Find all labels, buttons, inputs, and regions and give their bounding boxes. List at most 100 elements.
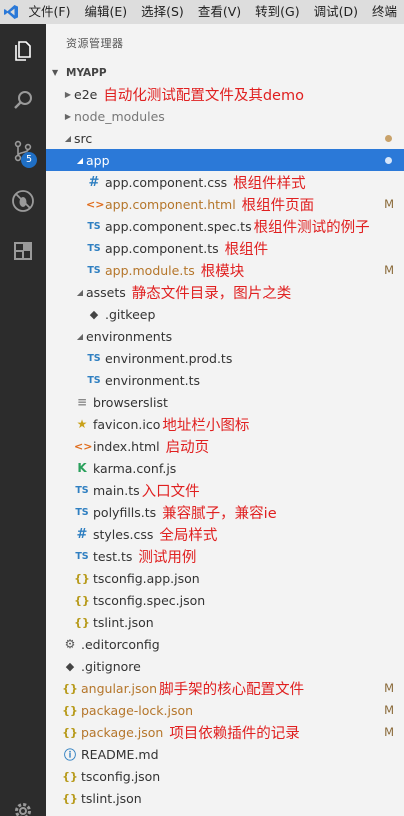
tree-item-label: package.json bbox=[81, 724, 164, 740]
tree-item-app[interactable]: ◢ app bbox=[46, 149, 404, 171]
tree-item-app-component-spec-ts[interactable]: TS app.component.spec.ts 根组件测试的例子 bbox=[46, 215, 404, 237]
menu-selection[interactable]: 选择(S) bbox=[134, 0, 191, 24]
gear-icon: ⚙ bbox=[64, 637, 76, 651]
annotation-note: 根模块 bbox=[200, 263, 245, 280]
tree-item-readme[interactable]: ⓘ README.md bbox=[46, 743, 404, 765]
tree-item-node-modules[interactable]: ▶ node_modules bbox=[46, 105, 404, 127]
annotation-note: 入口文件 bbox=[141, 483, 200, 500]
tree-item-test-ts[interactable]: TS test.ts 测试用例 bbox=[46, 545, 404, 567]
tree-item-label: favicon.ico bbox=[93, 416, 161, 432]
tree-item-label: environment.ts bbox=[105, 372, 200, 388]
chevron-down-icon: ◢ bbox=[76, 287, 84, 297]
tree-item-tslint-src[interactable]: {} tslint.json bbox=[46, 611, 404, 633]
tree-item-app-component-html[interactable]: <> app.component.html 根组件页面 M bbox=[46, 193, 404, 215]
tree-item-main-ts[interactable]: TS main.ts 入口文件 bbox=[46, 479, 404, 501]
tree-item-label: environment.prod.ts bbox=[105, 350, 233, 366]
explorer-icon[interactable] bbox=[0, 28, 46, 74]
tree-item-browserslist[interactable]: ≡ browserslist bbox=[46, 391, 404, 413]
menu-terminal[interactable]: 终端 bbox=[365, 0, 404, 24]
chevron-right-icon: ▶ bbox=[64, 89, 72, 99]
menubar: 文件(F) 编辑(E) 选择(S) 查看(V) 转到(G) 调试(D) 终端 bbox=[0, 0, 404, 24]
menu-edit[interactable]: 编辑(E) bbox=[77, 0, 134, 24]
settings-gear-icon[interactable] bbox=[0, 788, 46, 816]
menu-view[interactable]: 查看(V) bbox=[191, 0, 248, 24]
tree-item-assets[interactable]: ◢ assets 静态文件目录，图片之类 bbox=[46, 281, 404, 303]
extensions-icon[interactable] bbox=[0, 228, 46, 274]
tree-item-gitignore[interactable]: ◆ .gitignore bbox=[46, 655, 404, 677]
tree-item-label: test.ts bbox=[93, 548, 133, 564]
annotation-note: 静态文件目录，图片之类 bbox=[131, 285, 292, 302]
tree-item-angular-json[interactable]: {} angular.json 脚手架的核心配置文件 M bbox=[46, 677, 404, 699]
menu-debug[interactable]: 调试(D) bbox=[307, 0, 365, 24]
json-file-icon: {} bbox=[74, 615, 90, 629]
json-file-icon: {} bbox=[62, 681, 78, 695]
tree-item-tslint-json[interactable]: {} tslint.json bbox=[46, 787, 404, 809]
tree-item-polyfills-ts[interactable]: TS polyfills.ts 兼容腻子，兼容ie bbox=[46, 501, 404, 523]
source-control-icon[interactable]: 5 bbox=[0, 128, 46, 174]
tree-item-label: app.component.css bbox=[105, 174, 228, 190]
annotation-note: 项目依赖插件的记录 bbox=[169, 725, 300, 742]
tree-item-label: tsconfig.app.json bbox=[93, 570, 200, 586]
tree-item-tsconfig-json[interactable]: {} tsconfig.json bbox=[46, 765, 404, 787]
git-modified-badge: M bbox=[384, 725, 394, 739]
config-file-icon: ◆ bbox=[89, 307, 99, 321]
typescript-file-icon: TS bbox=[75, 506, 89, 518]
tree-item-environment-ts[interactable]: TS environment.ts bbox=[46, 369, 404, 391]
tree-item-app-module-ts[interactable]: TS app.module.ts 根模块 M bbox=[46, 259, 404, 281]
debug-icon[interactable] bbox=[0, 178, 46, 224]
tree-item-favicon[interactable]: ★ favicon.ico 地址栏小图标 bbox=[46, 413, 404, 435]
menu-file[interactable]: 文件(F) bbox=[22, 0, 78, 24]
tree-item-label: .gitkeep bbox=[105, 306, 156, 322]
typescript-file-icon: TS bbox=[75, 550, 89, 562]
annotation-note: 根组件 bbox=[224, 241, 269, 258]
tree-item-label: tslint.json bbox=[81, 790, 142, 806]
search-icon[interactable] bbox=[0, 78, 46, 124]
tree-item-label: app bbox=[86, 152, 110, 168]
menu-go[interactable]: 转到(G) bbox=[248, 0, 306, 24]
tree-item-label: polyfills.ts bbox=[93, 504, 157, 520]
typescript-file-icon: TS bbox=[87, 374, 101, 386]
tree-item-gitkeep[interactable]: ◆ .gitkeep bbox=[46, 303, 404, 325]
explorer-panel: 资源管理器 ▼ MYAPP ▶ e2e 自动化测试配置文件及其demo ▶ no… bbox=[46, 24, 404, 816]
annotation-note: 启动页 bbox=[165, 439, 210, 456]
tree-item-environments[interactable]: ◢ environments bbox=[46, 325, 404, 347]
html-file-icon: <> bbox=[86, 197, 105, 211]
tree-item-label: app.component.html bbox=[105, 196, 236, 212]
tree-item-app-component-css[interactable]: # app.component.css 根组件样式 bbox=[46, 171, 404, 193]
modified-dot bbox=[385, 134, 392, 142]
css-file-icon: # bbox=[88, 174, 100, 190]
activity-bar: 5 bbox=[0, 24, 46, 816]
tree-item-karma-conf[interactable]: K karma.conf.js bbox=[46, 457, 404, 479]
tree-item-label: .gitignore bbox=[81, 658, 141, 674]
tree-item-src[interactable]: ◢ src bbox=[46, 127, 404, 149]
chevron-right-icon: ▶ bbox=[64, 111, 72, 121]
tree-item-index-html[interactable]: <> index.html 启动页 bbox=[46, 435, 404, 457]
tree-item-styles-css[interactable]: # styles.css 全局样式 bbox=[46, 523, 404, 545]
workspace-section-header[interactable]: ▼ MYAPP bbox=[46, 62, 404, 84]
json-file-icon: {} bbox=[74, 593, 90, 607]
tree-item-e2e[interactable]: ▶ e2e 自动化测试配置文件及其demo bbox=[46, 83, 404, 105]
tree-item-package-lock[interactable]: {} package-lock.json M bbox=[46, 699, 404, 721]
tree-item-package-json[interactable]: {} package.json 项目依赖插件的记录 M bbox=[46, 721, 404, 743]
annotation-note: 根组件页面 bbox=[241, 197, 315, 214]
tree-item-tsconfig-spec[interactable]: {} tsconfig.spec.json bbox=[46, 589, 404, 611]
chevron-down-icon: ◢ bbox=[76, 331, 84, 341]
tree-item-label: tsconfig.spec.json bbox=[93, 592, 206, 608]
tree-item-label: environments bbox=[86, 328, 173, 344]
annotation-note: 全局样式 bbox=[159, 527, 218, 544]
typescript-file-icon: TS bbox=[87, 264, 101, 276]
html-file-icon: <> bbox=[74, 439, 93, 453]
scm-badge: 5 bbox=[21, 152, 37, 168]
tree-item-editorconfig[interactable]: ⚙ .editorconfig bbox=[46, 633, 404, 655]
git-modified-badge: M bbox=[384, 263, 394, 277]
annotation-note: 根组件样式 bbox=[233, 175, 306, 192]
chevron-down-icon: ▼ bbox=[52, 68, 59, 77]
tree-item-label: .editorconfig bbox=[81, 636, 160, 652]
json-file-icon: {} bbox=[62, 703, 78, 717]
tree-item-environment-prod-ts[interactable]: TS environment.prod.ts bbox=[46, 347, 404, 369]
tree-item-tsconfig-app[interactable]: {} tsconfig.app.json bbox=[46, 567, 404, 589]
typescript-file-icon: TS bbox=[87, 352, 101, 364]
tree-item-app-component-ts[interactable]: TS app.component.ts 根组件 bbox=[46, 237, 404, 259]
tree-item-label: e2e bbox=[74, 86, 98, 102]
git-modified-badge: M bbox=[384, 703, 394, 717]
